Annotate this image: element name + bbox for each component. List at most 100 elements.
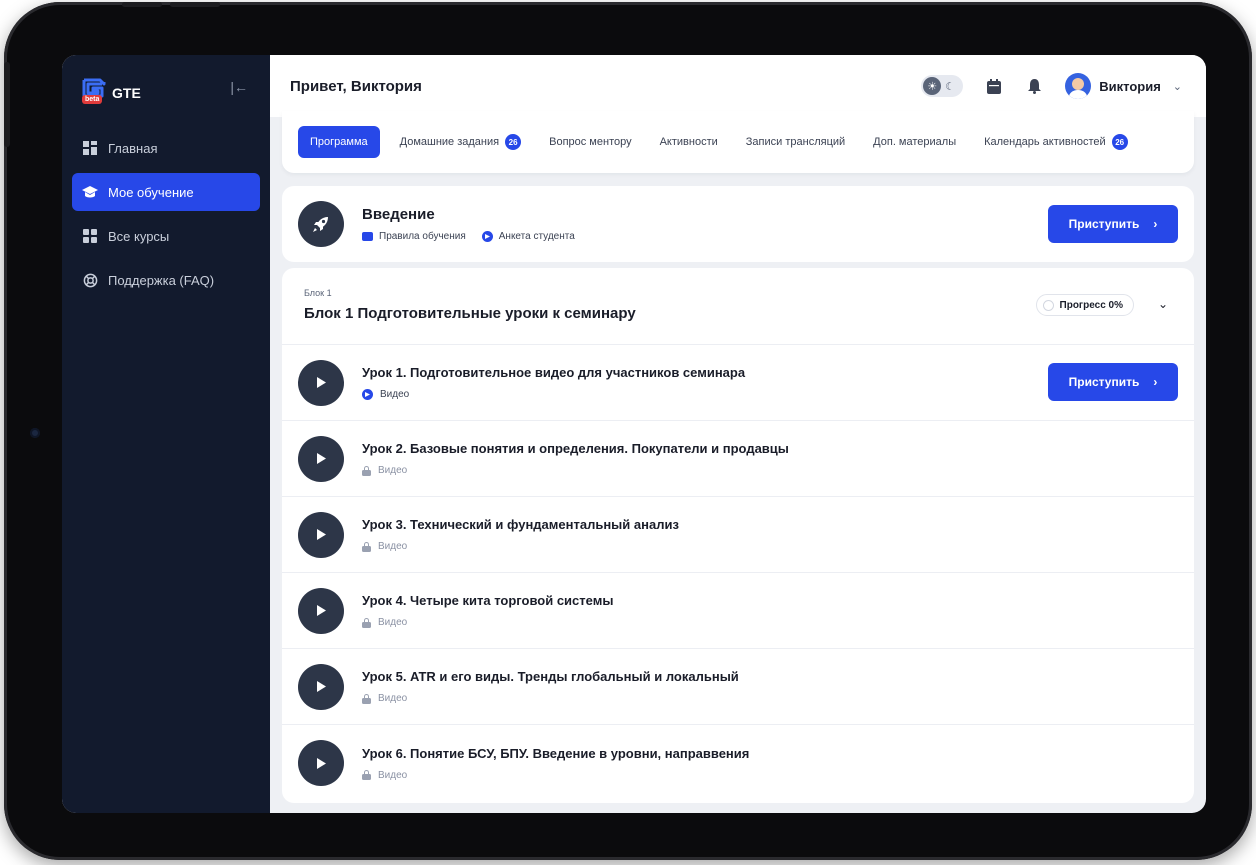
lesson-text: Урок 2. Базовые понятия и определения. П…: [362, 441, 789, 476]
moon-icon: ☾: [945, 80, 956, 93]
link-label: Правила обучения: [379, 231, 466, 242]
tab-program[interactable]: Программа: [298, 126, 380, 158]
play-icon[interactable]: [298, 587, 344, 634]
intro-start-button[interactable]: Приступить ›: [1048, 205, 1178, 243]
beta-badge: beta: [82, 95, 103, 104]
lock-icon: [362, 541, 371, 552]
rules-link[interactable]: Правила обучения: [362, 231, 466, 242]
block-card: Блок 1 Блок 1 Подготовительные уроки к с…: [282, 268, 1194, 803]
count-badge: 26: [1111, 134, 1128, 150]
progress-pill: Прогресс 0%: [1035, 294, 1134, 316]
lesson-meta: Видео: [362, 465, 789, 476]
device-button-side: [4, 62, 10, 147]
lesson-title: Урок 3. Технический и фундаментальный ан…: [362, 517, 679, 532]
lock-icon: [362, 693, 371, 704]
block-header[interactable]: Блок 1 Блок 1 Подготовительные уроки к с…: [282, 268, 1194, 345]
tab-label: Доп. материалы: [873, 136, 957, 148]
lesson-row[interactable]: Урок 1. Подготовительное видео для участ…: [282, 345, 1194, 421]
device-button-top: [170, 2, 220, 7]
chevron-down-icon: ⌄: [1172, 80, 1182, 93]
sidebar-item-support[interactable]: Поддержка (FAQ): [72, 261, 260, 299]
play-icon[interactable]: [298, 663, 344, 710]
bell-icon[interactable]: [1025, 77, 1043, 95]
lock-icon: [362, 770, 371, 780]
lesson-type: Видео: [378, 769, 408, 781]
lesson-meta: Видео: [362, 389, 745, 400]
sun-icon: ☀: [923, 77, 942, 95]
intro-links: Правила обучения Анкета студента: [362, 231, 575, 242]
tab-label: Домашние задания: [399, 136, 500, 148]
lesson-row[interactable]: Урок 6. Понятие БСУ, БПУ. Введение в уро…: [282, 725, 1194, 801]
brand-name: GTE: [112, 85, 141, 101]
play-icon[interactable]: [298, 359, 344, 406]
lesson-title: Урок 5. ATR и его виды. Тренды глобальны…: [362, 669, 739, 684]
tab-activity-calendar[interactable]: Календарь активностей 26: [984, 126, 1128, 158]
progress-label: Прогресс 0%: [1059, 299, 1123, 311]
tab-homework[interactable]: Домашние задания 26: [399, 126, 522, 158]
questionnaire-link[interactable]: Анкета студента: [481, 231, 575, 242]
intro-title: Введение: [362, 206, 435, 223]
progress-ring-icon: [1042, 299, 1054, 311]
lesson-row[interactable]: Урок 5. ATR и его виды. Тренды глобальны…: [282, 649, 1194, 725]
tab-materials[interactable]: Доп. материалы: [873, 126, 956, 158]
play-icon[interactable]: [298, 511, 344, 558]
graduation-cap-icon: [82, 184, 98, 200]
lesson-type: Видео: [378, 465, 408, 476]
play-icon[interactable]: [298, 435, 344, 482]
lesson-type: Видео: [378, 693, 408, 704]
lesson-title: Урок 2. Базовые понятия и определения. П…: [362, 441, 789, 456]
sidebar-item-home[interactable]: Главная: [72, 129, 260, 167]
lesson-type: Видео: [380, 389, 410, 400]
count-badge: 26: [505, 134, 522, 150]
sidebar-item-label: Поддержка (FAQ): [108, 272, 215, 288]
lock-icon: [362, 465, 371, 476]
device-button-top: [122, 2, 162, 7]
sidebar-item-label: Все курсы: [108, 228, 170, 244]
tab-label: Программа: [310, 136, 368, 148]
topbar: Привет, Виктория ☀ ☾ Виктория ⌄: [270, 55, 1206, 117]
lesson-start-button[interactable]: Приступить ›: [1048, 363, 1178, 401]
tab-label: Активности: [659, 136, 718, 148]
camera-icon: [30, 428, 40, 438]
tab-recordings[interactable]: Записи трансляций: [746, 126, 845, 158]
page-title: Привет, Виктория: [290, 77, 422, 95]
collapse-sidebar-icon[interactable]: |←: [230, 79, 248, 95]
chevron-down-icon[interactable]: ⌄: [1158, 297, 1168, 311]
sidebar-item-label: Мое обучение: [108, 184, 194, 200]
sidebar-item-my-learning[interactable]: Мое обучение: [72, 173, 260, 211]
chevron-right-icon: ›: [1153, 375, 1158, 389]
sidebar: beta GTE |← Главная Мое обучение Все кур…: [62, 55, 270, 813]
lock-icon: [362, 617, 371, 628]
lesson-row[interactable]: Урок 2. Базовые понятия и определения. П…: [282, 421, 1194, 497]
sidebar-item-all-courses[interactable]: Все курсы: [72, 217, 260, 255]
tab-label: Вопрос ментору: [549, 136, 632, 148]
tabs-bar: Программа Домашние задания 26 Вопрос мент…: [282, 111, 1194, 173]
tablet-frame: beta GTE |← Главная Мое обучение Все кур…: [4, 2, 1252, 860]
play-icon[interactable]: [298, 740, 344, 786]
main-content: Привет, Виктория ☀ ☾ Виктория ⌄ Программ…: [270, 55, 1206, 813]
lesson-text: Урок 6. Понятие БСУ, БПУ. Введение в уро…: [362, 746, 749, 781]
lesson-text: Урок 5. ATR и его виды. Тренды глобальны…: [362, 669, 739, 704]
theme-toggle[interactable]: ☀ ☾: [921, 75, 964, 97]
calendar-icon[interactable]: [985, 77, 1003, 95]
play-circle-icon: [362, 389, 373, 400]
lesson-title: Урок 4. Четыре кита торговой системы: [362, 593, 614, 608]
play-circle-icon: [481, 231, 493, 242]
grid-icon: [82, 228, 98, 244]
tab-label: Записи трансляций: [745, 136, 846, 148]
lesson-text: Урок 4. Четыре кита торговой системы Вид…: [362, 593, 613, 628]
lesson-row[interactable]: Урок 4. Четыре кита торговой системы Вид…: [282, 573, 1194, 649]
grid-icon: [82, 140, 98, 156]
tab-activities[interactable]: Активности: [660, 126, 718, 158]
logo-icon: beta: [82, 78, 106, 108]
avatar: [1065, 73, 1092, 99]
user-menu[interactable]: Виктория ⌄: [1065, 73, 1182, 99]
book-icon: [362, 232, 373, 241]
lesson-title: Урок 1. Подготовительное видео для участ…: [362, 365, 746, 380]
app-screen: beta GTE |← Главная Мое обучение Все кур…: [62, 55, 1206, 813]
button-label: Приступить: [1068, 217, 1140, 231]
lesson-row[interactable]: Урок 3. Технический и фундаментальный ан…: [282, 497, 1194, 573]
tab-mentor-question[interactable]: Вопрос ментору: [549, 126, 631, 158]
lesson-meta: Видео: [362, 617, 613, 628]
link-label: Анкета студента: [498, 231, 575, 242]
